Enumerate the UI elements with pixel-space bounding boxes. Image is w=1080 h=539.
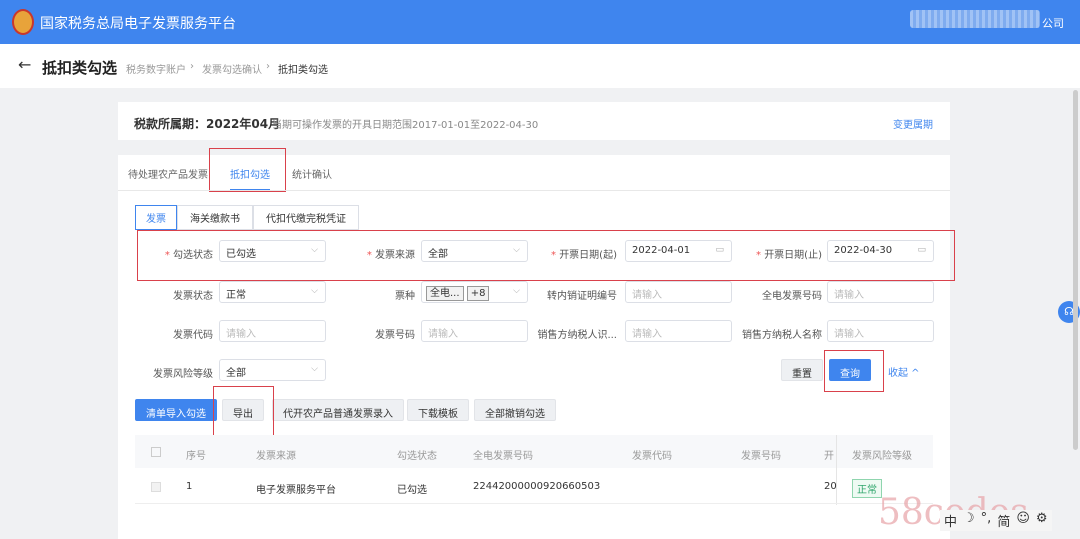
risk-label: 发票风险等级 xyxy=(153,369,213,380)
inv-status-select[interactable]: 正常 ⌵ xyxy=(219,281,326,303)
download-template-button[interactable]: 下载模板 xyxy=(407,399,469,421)
platform-title: 国家税务总局电子发票服务平台 xyxy=(40,16,236,32)
import-list-button[interactable]: 清单导入勾选 xyxy=(135,399,217,421)
back-arrow-icon[interactable]: ← xyxy=(18,55,31,74)
row-checkbox[interactable] xyxy=(151,482,161,492)
full-no-input[interactable]: 请输入 xyxy=(827,281,934,303)
seller-id-label: 销售方纳税人识... xyxy=(537,330,617,341)
blurred-company-name xyxy=(910,10,1040,28)
table-header xyxy=(135,435,933,468)
col-number: 发票号码 xyxy=(741,451,781,462)
seller-name-label: 销售方纳税人名称 xyxy=(742,330,822,341)
col-source: 发票来源 xyxy=(256,451,296,462)
annotation-box xyxy=(213,386,274,436)
emoji-icon[interactable]: ☺ xyxy=(1016,511,1030,530)
col-full-no: 全电发票号码 xyxy=(473,451,533,462)
seller-name-input[interactable]: 请输入 xyxy=(827,320,934,342)
tax-emblem-icon xyxy=(12,9,34,35)
inv-status-label: 发票状态 xyxy=(173,291,213,302)
type-label: 票种 xyxy=(395,291,415,302)
change-period-link[interactable]: 变更属期 xyxy=(893,116,933,131)
col-status: 勾选状态 xyxy=(397,451,437,462)
transfer-no-label: 转内销证明编号 xyxy=(547,291,617,302)
farm-invoice-entry-button[interactable]: 代开农产品普通发票录入 xyxy=(272,399,404,421)
number-label: 发票号码 xyxy=(375,330,415,341)
col-risk: 发票风险等级 xyxy=(852,451,912,462)
code-label: 发票代码 xyxy=(173,330,213,341)
punctuation-icon[interactable]: °, xyxy=(981,511,992,530)
page-title: 抵扣类勾选 xyxy=(42,59,118,77)
ime-simplified[interactable]: 简 xyxy=(997,511,1010,530)
period-label: 税款所属期：2022年04月 xyxy=(134,117,281,131)
subtabs: 发票 海关缴款书 代扣代缴完税凭证 xyxy=(135,205,359,230)
annotation-box xyxy=(824,350,884,392)
tab-stat-confirm[interactable]: 统计确认 xyxy=(292,166,332,181)
row-status: 已勾选 xyxy=(397,485,427,496)
gear-icon[interactable]: ⚙ xyxy=(1036,511,1048,530)
breadcrumb-2[interactable]: 发票勾选确认 xyxy=(202,61,262,76)
annotation-box xyxy=(209,148,286,192)
ime-chinese[interactable]: 中 xyxy=(944,511,957,530)
collapse-link[interactable]: 收起 ^ xyxy=(888,364,920,379)
risk-select[interactable]: 全部 ⌵ xyxy=(219,359,326,381)
full-no-label: 全电发票号码 xyxy=(762,291,822,302)
type-select[interactable]: 全电... +8 ⌵ xyxy=(421,281,528,303)
reset-button[interactable]: 重置 xyxy=(781,359,823,381)
row-full-no: 22442000000920660503 xyxy=(473,481,601,492)
seller-id-input[interactable]: 请输入 xyxy=(625,320,732,342)
transfer-no-input[interactable]: 请输入 xyxy=(625,281,732,303)
breadcrumb-3: 抵扣类勾选 xyxy=(278,65,328,76)
row-no: 1 xyxy=(186,481,193,492)
row-source: 电子发票服务平台 xyxy=(256,485,336,496)
col-no: 序号 xyxy=(186,451,206,462)
annotation-box xyxy=(137,230,955,281)
number-input[interactable]: 请输入 xyxy=(421,320,528,342)
subtab-withholding[interactable]: 代扣代缴完税凭证 xyxy=(253,205,359,230)
tab-pending-farm[interactable]: 待处理农产品发票 xyxy=(128,166,208,181)
col-date: 开 xyxy=(824,451,834,462)
select-all-checkbox[interactable] xyxy=(151,447,161,457)
period-note: 当期可操作发票的开具日期范围2017-01-01至2022-04-30 xyxy=(272,120,539,131)
ime-toolbar: 中 ☽ °, 简 ☺ ⚙ xyxy=(940,510,1052,531)
breadcrumb-1[interactable]: 税务数字账户 xyxy=(126,61,186,76)
top-header: 国家税务总局电子发票服务平台 公司 xyxy=(0,0,1080,44)
scrollbar[interactable] xyxy=(1073,90,1078,450)
company-name[interactable]: 公司 xyxy=(1042,15,1064,31)
col-code: 发票代码 xyxy=(632,451,672,462)
subtab-invoice[interactable]: 发票 xyxy=(135,205,177,230)
row-date: 20 xyxy=(824,481,837,492)
subtab-customs[interactable]: 海关缴款书 xyxy=(177,205,253,230)
revoke-all-button[interactable]: 全部撤销勾选 xyxy=(474,399,556,421)
moon-icon[interactable]: ☽ xyxy=(963,511,975,530)
code-input[interactable]: 请输入 xyxy=(219,320,326,342)
